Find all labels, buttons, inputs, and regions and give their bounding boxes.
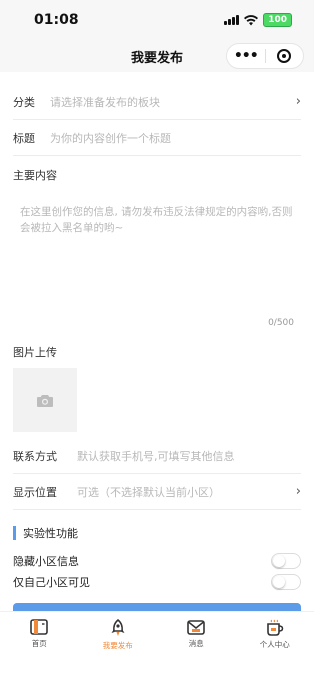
image-upload-button[interactable] [13,368,77,432]
status-time: 01:08 [34,12,79,28]
chevron-right-icon: › [295,484,301,499]
location-placeholder: 可选（不选择默认当前小区） [77,485,220,499]
section-accent-bar [13,525,16,540]
rocket-icon [111,619,125,636]
content-textarea[interactable]: 在这里创作您的信息, 请勿发布违反法律规定的内容哟,否则会被拉入黑名单的哟~ [20,204,294,236]
toggle-label: 仅自己小区可见 [13,576,90,589]
mini-program-capsule: ••• [226,43,304,69]
tab-home[interactable]: 首页 [0,612,79,677]
experimental-title: 实验性功能 [23,526,78,540]
tab-profile[interactable]: 个人中心 [236,612,315,677]
user-cup-icon [266,619,284,636]
category-row[interactable]: 分类 请选择准备发布的板块 › [13,84,301,120]
tab-label: 消息 [188,639,204,648]
contact-row: 联系方式 默认获取手机号,可填写其他信息 [13,438,301,474]
toggle-label: 隐藏小区信息 [13,555,79,568]
hide-community-switch[interactable] [271,553,301,569]
title-row: 标题 为你的内容创作一个标题 [13,120,301,156]
toggle-row-own-community: 仅自己小区可见 [13,572,301,592]
contact-label: 联系方式 [13,449,57,463]
content-counter: 0/500 [268,318,294,328]
tab-label: 个人中心 [259,640,290,649]
signal-icon [224,15,240,25]
title-input[interactable]: 为你的内容创作一个标题 [50,130,301,146]
tab-label: 我要发布 [102,641,133,650]
mail-icon [187,620,206,635]
category-label: 分类 [13,95,35,109]
location-row[interactable]: 显示位置 可选（不选择默认当前小区） › [13,474,301,510]
content-label: 主要内容 [13,169,57,182]
close-miniprogram-icon[interactable] [265,49,303,63]
tab-messages[interactable]: 消息 [157,612,236,677]
category-placeholder: 请选择准备发布的板块 [50,95,160,109]
nav-bar: 我要发布 ••• [0,40,314,72]
title-label: 标题 [13,131,35,145]
status-icons: 100 [224,13,292,27]
toggle-row-hide-community: 隐藏小区信息 [13,551,301,571]
home-icon [30,619,49,635]
chevron-right-icon: › [295,94,301,109]
tab-publish[interactable]: 我要发布 [79,612,158,677]
status-bar: 01:08 100 [0,0,314,40]
location-label: 显示位置 [13,485,57,499]
tab-bar: 首页 我要发布 消息 个人中心 [0,611,314,677]
tab-label: 首页 [31,639,47,648]
more-options-icon[interactable]: ••• [227,44,265,68]
wifi-icon [244,14,259,25]
experimental-header: 实验性功能 [13,525,78,540]
submit-button[interactable] [13,603,301,611]
camera-icon [37,394,53,407]
battery-indicator: 100 [263,13,292,27]
contact-input[interactable]: 默认获取手机号,可填写其他信息 [77,448,301,464]
image-upload-label: 图片上传 [13,346,57,359]
own-community-switch[interactable] [271,574,301,590]
